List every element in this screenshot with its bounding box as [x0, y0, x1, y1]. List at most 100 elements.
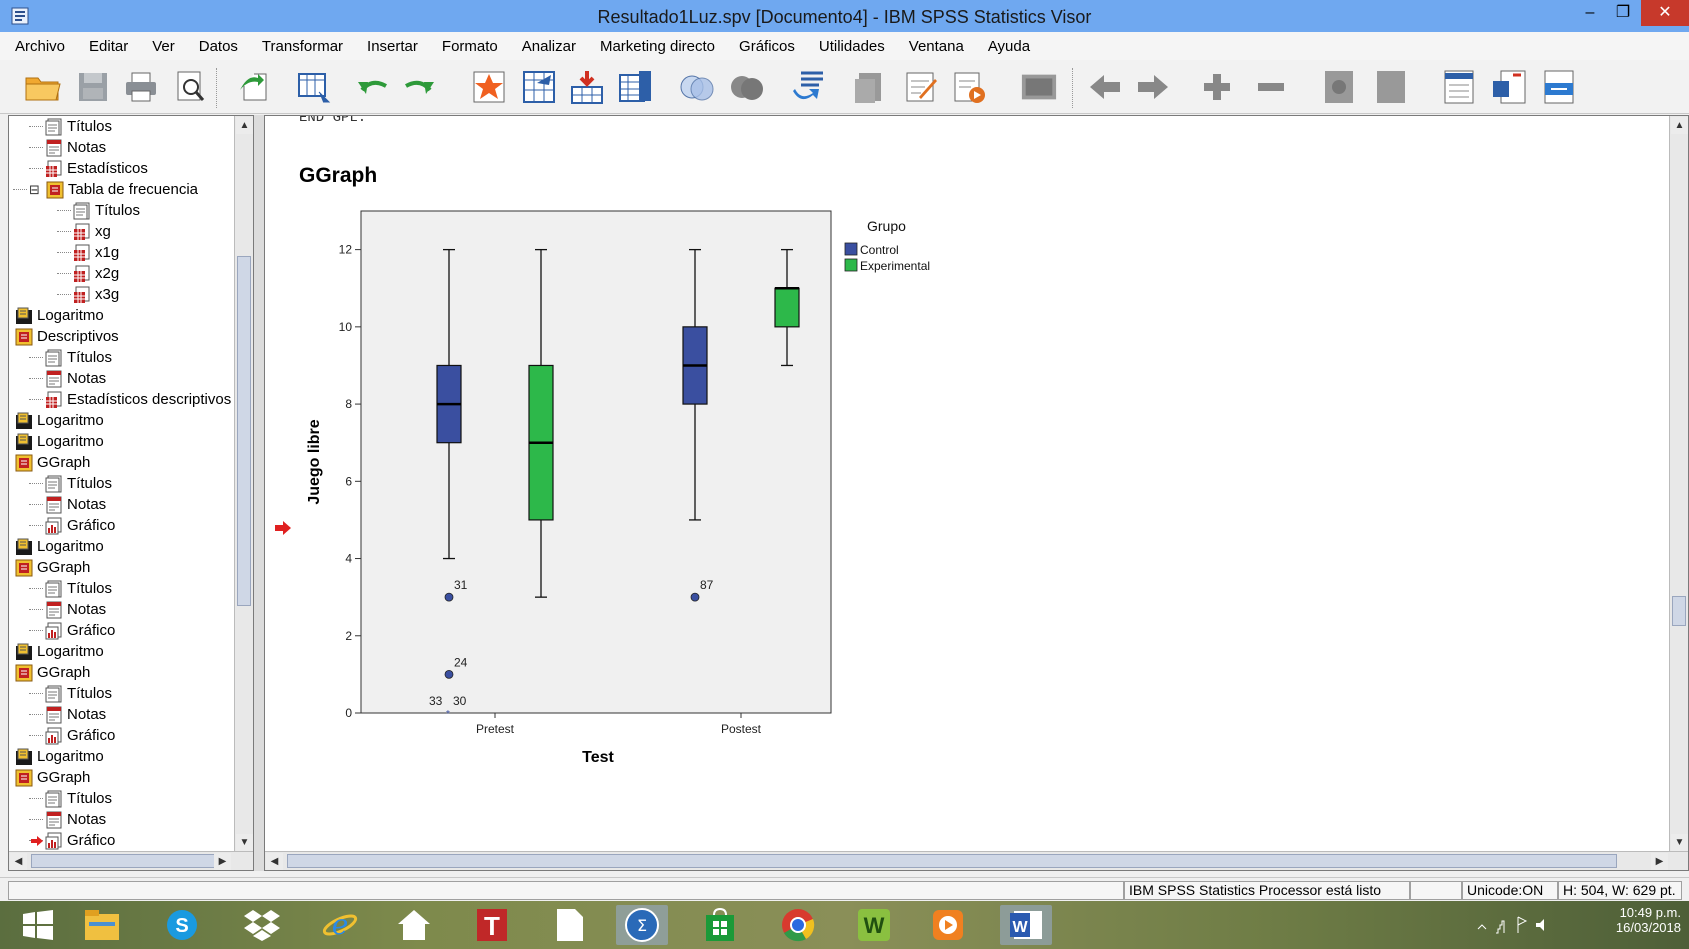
- designate-window-icon[interactable]: [852, 68, 890, 106]
- outline-item[interactable]: Títulos: [29, 473, 112, 494]
- outline-item[interactable]: Logaritmo: [15, 536, 104, 557]
- menu-graficos[interactable]: Gráficos: [739, 38, 795, 55]
- insert-cases-icon[interactable]: [568, 68, 606, 106]
- clock[interactable]: 10:49 p.m. 16/03/2018: [1561, 905, 1681, 945]
- goto-data-icon[interactable]: [296, 68, 334, 106]
- outline-item[interactable]: Títulos: [29, 788, 112, 809]
- outline-item[interactable]: Logaritmo: [15, 641, 104, 662]
- content-scroll-left-icon[interactable]: ◀: [266, 853, 283, 870]
- scroll-right-icon[interactable]: ▶: [214, 853, 231, 870]
- outline-item[interactable]: Estadísticos descriptivos: [29, 389, 231, 410]
- goto-variable-icon[interactable]: [520, 68, 558, 106]
- internet-explorer-icon[interactable]: e: [318, 905, 362, 945]
- store-icon[interactable]: [698, 905, 742, 945]
- outline-item[interactable]: Títulos: [29, 683, 112, 704]
- outline-item[interactable]: Títulos: [29, 347, 112, 368]
- outline-item[interactable]: Descriptivos: [15, 326, 119, 347]
- redo-icon[interactable]: [400, 68, 438, 106]
- variables-icon[interactable]: [616, 68, 654, 106]
- use-sets-icon[interactable]: [678, 68, 716, 106]
- outline-item[interactable]: Notas: [29, 137, 106, 158]
- insert-text-icon[interactable]: [1540, 68, 1578, 106]
- outline-item[interactable]: Notas: [29, 704, 106, 725]
- menu-marketing-directo[interactable]: Marketing directo: [600, 38, 715, 55]
- show-icon[interactable]: [1320, 68, 1358, 106]
- w-app-icon[interactable]: W: [852, 905, 896, 945]
- content-scroll-right-icon[interactable]: ▶: [1651, 853, 1668, 870]
- menu-datos[interactable]: Datos: [199, 38, 238, 55]
- outline-horizontal-scrollbar[interactable]: ◀ ▶: [9, 851, 253, 870]
- open-folder-icon[interactable]: [24, 68, 62, 106]
- outline-item[interactable]: GGraph: [15, 767, 90, 788]
- outline-item[interactable]: Gráfico: [29, 830, 115, 851]
- outline-item[interactable]: Notas: [29, 599, 106, 620]
- menu-utilidades[interactable]: Utilidades: [819, 38, 885, 55]
- hide-icon[interactable]: [1372, 68, 1410, 106]
- outline-item[interactable]: Gráfico: [29, 515, 115, 536]
- outline-item[interactable]: Títulos: [57, 200, 140, 221]
- outline-item[interactable]: Títulos: [29, 578, 112, 599]
- scroll-down-icon[interactable]: ▼: [236, 834, 253, 851]
- outline-item[interactable]: Gráfico: [29, 725, 115, 746]
- menu-ayuda[interactable]: Ayuda: [988, 38, 1030, 55]
- goto-case-icon[interactable]: [470, 68, 508, 106]
- outline-item[interactable]: Logaritmo: [15, 746, 104, 767]
- file-explorer-icon[interactable]: [80, 905, 124, 945]
- dropbox-icon[interactable]: [240, 905, 284, 945]
- spell-check-icon[interactable]: [790, 68, 828, 106]
- pane-splitter[interactable]: [254, 115, 264, 871]
- outline-item[interactable]: x2g: [57, 263, 119, 284]
- home-icon[interactable]: [392, 905, 436, 945]
- save-icon[interactable]: [74, 68, 112, 106]
- menu-editar[interactable]: Editar: [89, 38, 128, 55]
- content-scroll-down-icon[interactable]: ▼: [1671, 834, 1688, 851]
- boxplot-chart[interactable]: 024681012Juego librePretest PostestTest31…: [299, 196, 979, 786]
- content-vertical-scrollbar[interactable]: ▲ ▼: [1669, 116, 1688, 852]
- print-icon[interactable]: [122, 68, 160, 106]
- maximize-button[interactable]: ❐: [1605, 0, 1641, 26]
- outline-item[interactable]: x1g: [57, 242, 119, 263]
- print-preview-icon[interactable]: [172, 68, 210, 106]
- outline-item[interactable]: Notas: [29, 809, 106, 830]
- outline-item[interactable]: Logaritmo: [15, 410, 104, 431]
- scroll-up-icon[interactable]: ▲: [236, 117, 253, 134]
- minimize-button[interactable]: –: [1575, 0, 1605, 26]
- system-tray-icons[interactable]: [1474, 905, 1554, 945]
- outline-vertical-scrollbar[interactable]: ▲ ▼: [234, 116, 253, 852]
- media-player-icon[interactable]: [926, 905, 970, 945]
- chrome-icon[interactable]: [776, 905, 820, 945]
- t-app-icon[interactable]: T: [470, 905, 514, 945]
- collapse-minus-icon[interactable]: [1252, 68, 1290, 106]
- word-icon[interactable]: W: [1000, 905, 1052, 945]
- spss-taskbar-icon[interactable]: Σ: [616, 905, 668, 945]
- insert-title-icon[interactable]: [1490, 68, 1528, 106]
- demote-right-arrow-icon[interactable]: [1134, 68, 1172, 106]
- document-icon[interactable]: [548, 905, 592, 945]
- menu-archivo[interactable]: Archivo: [15, 38, 65, 55]
- outline-item[interactable]: Títulos: [29, 116, 112, 137]
- outline-item[interactable]: xg: [57, 221, 111, 242]
- insert-heading-icon[interactable]: [1440, 68, 1478, 106]
- scroll-left-icon[interactable]: ◀: [10, 853, 27, 870]
- outline-item[interactable]: Logaritmo: [15, 431, 104, 452]
- menu-transformar[interactable]: Transformar: [262, 38, 343, 55]
- outline-item[interactable]: Logaritmo: [15, 305, 104, 326]
- menu-ver[interactable]: Ver: [152, 38, 175, 55]
- outline-item[interactable]: Notas: [29, 368, 106, 389]
- menu-analizar[interactable]: Analizar: [522, 38, 576, 55]
- outline-item[interactable]: Notas: [29, 494, 106, 515]
- output-window-icon[interactable]: [1020, 68, 1058, 106]
- outline-item[interactable]: GGraph: [15, 452, 90, 473]
- content-hscroll-thumb[interactable]: [287, 854, 1617, 868]
- show-all-variables-icon[interactable]: [728, 68, 766, 106]
- promote-left-arrow-icon[interactable]: [1086, 68, 1124, 106]
- outline-hscroll-thumb[interactable]: [31, 854, 221, 868]
- outline-item[interactable]: GGraph: [15, 557, 90, 578]
- close-button[interactable]: ✕: [1641, 0, 1689, 26]
- undo-icon[interactable]: [354, 68, 392, 106]
- content-horizontal-scrollbar[interactable]: ◀ ▶: [265, 851, 1688, 870]
- menu-insertar[interactable]: Insertar: [367, 38, 418, 55]
- menu-ventana[interactable]: Ventana: [909, 38, 964, 55]
- collapse-toggle-icon[interactable]: ⊟: [29, 182, 40, 198]
- start-windows-icon[interactable]: [16, 905, 60, 945]
